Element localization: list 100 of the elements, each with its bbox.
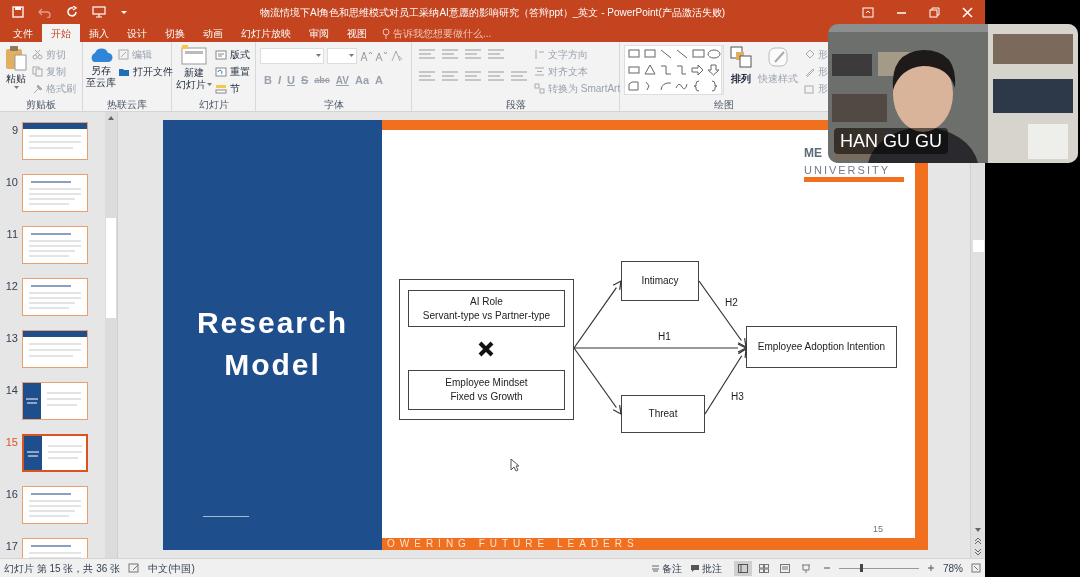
restore-icon[interactable]	[929, 6, 940, 18]
language-label[interactable]: 中文(中国)	[148, 560, 195, 576]
ribbon-tab[interactable]: 插入	[80, 24, 118, 42]
scrollbar[interactable]	[970, 163, 985, 558]
slide-thumbnail[interactable]	[22, 278, 88, 316]
ribbon-tab[interactable]: 视图	[338, 24, 376, 42]
paste-button[interactable]: 粘贴	[4, 42, 28, 99]
redo-icon[interactable]	[66, 6, 78, 18]
slide-thumbnail[interactable]	[22, 122, 88, 160]
edit-icon	[118, 49, 129, 60]
logo-text: ME	[804, 146, 822, 160]
slide-thumbnail[interactable]	[22, 382, 88, 420]
slideshow-icon[interactable]	[801, 563, 811, 573]
presentation-icon[interactable]	[92, 6, 106, 18]
node-label: Fixed vs Growth	[450, 390, 523, 404]
tell-me-field[interactable]: 告诉我您想要做什么...	[382, 24, 492, 42]
scrollbar-thumb[interactable]	[972, 239, 984, 252]
slide-number: 15	[4, 435, 18, 450]
grow-font-icon[interactable]	[360, 50, 372, 62]
ribbon-button[interactable]: 节	[215, 80, 250, 97]
ribbon-tab[interactable]: 设计	[118, 24, 156, 42]
font-name-field[interactable]	[260, 48, 324, 64]
footer-text: OWERING FUTURE LEADERS	[387, 538, 639, 550]
line-spacing-icon[interactable]	[487, 48, 505, 60]
ribbon-button[interactable]: 打开文件	[118, 63, 173, 80]
clear-format-icon[interactable]	[390, 50, 402, 62]
align-text-icon	[534, 66, 545, 77]
node-label: Employee Adoption Intention	[757, 340, 886, 354]
ribbon-tab[interactable]: 切换	[156, 24, 194, 42]
slide-thumbnail[interactable]	[22, 226, 88, 264]
scrollbar[interactable]	[105, 112, 117, 558]
save-icon[interactable]	[12, 6, 24, 18]
ribbon-tab[interactable]: 开始	[42, 24, 80, 42]
align-center-icon[interactable]	[441, 70, 459, 82]
paint-bucket-icon	[804, 49, 815, 60]
smartart-icon	[534, 83, 545, 94]
zoom-slider-thumb[interactable]	[860, 564, 864, 572]
reading-view-icon[interactable]	[780, 563, 790, 573]
notes-button[interactable]: 备注	[651, 560, 682, 576]
slide-thumbnail[interactable]	[22, 330, 88, 368]
scrollbar-thumb[interactable]	[106, 218, 116, 318]
align-right-icon[interactable]	[464, 70, 482, 82]
undo-icon[interactable]	[38, 6, 52, 18]
new-slide-button[interactable]: 新建 幻灯片	[176, 42, 212, 99]
logo-text: UNIVERSITY	[804, 164, 890, 176]
bullets-icon[interactable]	[418, 48, 436, 60]
zoom-out-icon[interactable]	[823, 564, 831, 572]
node-label: Intimacy	[641, 274, 679, 288]
shrink-font-icon[interactable]	[375, 50, 387, 62]
ribbon-tab[interactable]: 审阅	[300, 24, 338, 42]
fit-to-window-icon[interactable]	[971, 563, 981, 573]
scroll-up-icon[interactable]	[107, 114, 115, 122]
indent-icon[interactable]	[464, 48, 482, 60]
group-label: 字体	[322, 99, 345, 111]
effects-icon	[804, 83, 815, 94]
font-size-field[interactable]	[327, 48, 357, 64]
comment-icon	[690, 563, 700, 573]
group-label: 剪贴板	[25, 99, 57, 111]
scroll-down-icon[interactable]	[974, 526, 982, 534]
normal-view-button[interactable]	[734, 560, 752, 576]
align-left-icon[interactable]	[418, 70, 436, 82]
notes-edit-icon[interactable]	[128, 563, 141, 573]
slide-thumbnail[interactable]	[22, 174, 88, 212]
ribbon-tab[interactable]: 文件	[4, 24, 42, 42]
arrange-button[interactable]: 排列	[730, 42, 752, 99]
slide-sorter-icon[interactable]	[759, 563, 769, 573]
slide-number: 17	[4, 539, 18, 554]
ribbon-button[interactable]: 版式	[215, 46, 250, 63]
cursor-icon	[510, 458, 520, 472]
ribbon-tab[interactable]: 幻灯片放映	[232, 24, 300, 42]
slide-title: Research Model	[195, 305, 350, 383]
justify-icon[interactable]	[487, 70, 505, 82]
zoom-level[interactable]: 78%	[943, 560, 963, 576]
quick-styles-button[interactable]: 快速样式	[758, 42, 798, 99]
numbering-icon[interactable]	[441, 48, 459, 60]
close-icon[interactable]	[962, 6, 973, 18]
node-label: Threat	[648, 407, 678, 421]
pen-icon	[804, 66, 815, 77]
layout-icon	[215, 49, 227, 60]
multiply-icon	[478, 341, 494, 357]
save-to-cloud-button[interactable]: 另存 至云库	[86, 42, 116, 99]
comments-button[interactable]: 批注	[690, 560, 722, 576]
group-label: 幻灯片	[197, 99, 230, 111]
slide-thumbnail[interactable]	[22, 434, 88, 472]
columns-icon[interactable]	[510, 70, 528, 82]
folder-icon	[118, 66, 130, 77]
ribbon-tab[interactable]: 动画	[194, 24, 232, 42]
customize-icon[interactable]	[120, 8, 128, 16]
hypothesis-label: H3	[731, 390, 744, 404]
zoom-in-icon[interactable]	[927, 564, 935, 572]
window-title: 物流情境下AI角色和思维模式对员工采纳AI意愿的影响研究（答辩ppt）_英文 - PowerPoint(产品激活失败)	[260, 5, 727, 20]
previous-slide-icon[interactable]	[974, 537, 982, 545]
ribbon-display-icon[interactable]	[862, 6, 874, 18]
slide-thumbnail[interactable]	[22, 486, 88, 524]
ribbon-button[interactable]: 重置	[215, 63, 250, 80]
slide-number: 11	[5, 227, 18, 242]
copy-icon	[32, 66, 43, 77]
next-slide-icon[interactable]	[974, 548, 982, 556]
scissors-icon	[32, 49, 43, 60]
arrange-icon	[730, 46, 752, 68]
